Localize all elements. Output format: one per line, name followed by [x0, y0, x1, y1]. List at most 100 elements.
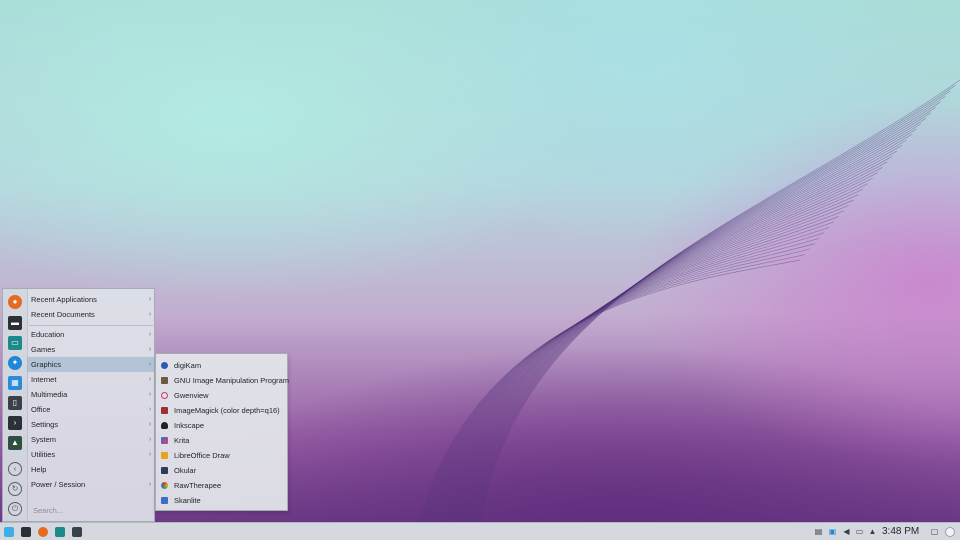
firefox-icon[interactable] — [38, 527, 48, 537]
submenu-item-label: Inkscape — [174, 421, 205, 430]
okular-icon — [161, 467, 168, 474]
logout-icon[interactable]: ↻ — [8, 482, 22, 496]
submenu-item-krita[interactable]: Krita — [158, 433, 286, 448]
chevron-right-icon: › — [148, 391, 152, 398]
menu-item-system[interactable]: System › — [27, 432, 155, 447]
wallpaper-wave-line — [436, 210, 844, 522]
submenu-item-label: Skanlite — [174, 496, 201, 505]
show-desktop-icon[interactable]: ▢ — [930, 527, 939, 536]
menu-item-label: Utilities — [31, 450, 56, 459]
wallpaper-wave-line — [446, 177, 873, 522]
wallpaper-wave-line — [423, 248, 810, 522]
gwenview-icon — [161, 392, 168, 399]
wallpaper-wave-line — [468, 112, 932, 522]
chevron-right-icon: › — [148, 451, 152, 458]
kde-launcher-icon[interactable] — [4, 527, 14, 537]
menu-item-internet[interactable]: Internet › — [27, 372, 155, 387]
submenu-item-gimp[interactable]: GNU Image Manipulation Program — [158, 373, 290, 388]
wallpaper-wave-line — [466, 117, 927, 522]
chevron-right-icon: › — [148, 346, 152, 353]
digikam-icon — [161, 362, 168, 369]
expand-tray-icon[interactable]: ▲ — [868, 527, 877, 536]
firefox-icon[interactable]: ● — [8, 295, 22, 309]
menu-item-settings[interactable]: Settings › — [27, 417, 155, 432]
gimp-icon — [161, 377, 168, 384]
konsole-icon[interactable]: › — [8, 416, 22, 430]
submenu-item-label: ImageMagick (color depth=q16) — [174, 406, 280, 415]
network-icon[interactable]: ▣ — [828, 527, 837, 536]
menu-item-label: Recent Documents — [31, 310, 95, 319]
wallpaper-wave-line — [470, 106, 936, 522]
wallpaper-wave-line — [448, 172, 878, 522]
chevron-right-icon: › — [148, 406, 152, 413]
menu-item-office[interactable]: Office › — [27, 402, 155, 417]
chevron-right-icon: › — [148, 421, 152, 428]
taskbar: ▤ ▣ ◀ ▭ ▲ 3:48 PM ▢ — [0, 522, 960, 540]
menu-item-graphics[interactable]: Graphics › — [27, 357, 155, 372]
menu-item-education[interactable]: Education › — [27, 327, 155, 342]
chevron-right-icon: › — [148, 331, 152, 338]
clock[interactable]: 3:48 PM — [882, 526, 919, 537]
file-manager-icon[interactable] — [55, 527, 65, 537]
terminal-icon[interactable] — [21, 527, 31, 537]
menu-item-power-session[interactable]: Power / Session › — [27, 477, 155, 492]
discover-icon[interactable]: ✦ — [8, 356, 22, 370]
submenu-item-libreoffice-draw[interactable]: LibreOffice Draw — [158, 448, 286, 463]
submenu-item-gwenview[interactable]: Gwenview — [158, 388, 286, 403]
rawtherapee-icon — [161, 482, 168, 489]
submenu-item-label: digiKam — [174, 361, 202, 370]
wallpaper-wave-line — [472, 101, 941, 522]
wallpaper-wave-line — [465, 123, 922, 522]
screenshot-icon[interactable] — [72, 527, 82, 537]
system-monitor-icon[interactable]: ▲ — [8, 436, 22, 450]
wallpaper-wave-line — [463, 128, 917, 522]
menu-item-recent-applications[interactable]: Recent Applications › — [27, 292, 155, 307]
menu-item-help[interactable]: Help — [27, 462, 155, 477]
submenu-item-label: RawTherapee — [174, 481, 222, 490]
favorites-strip: ● ▬ ▭ ✦ ▦ ▯ › ▲ ‹ ↻ ⏻ — [3, 289, 28, 521]
wallpaper-wave-line — [459, 139, 907, 522]
application-launcher-menu: ● ▬ ▭ ✦ ▦ ▯ › ▲ ‹ ↻ ⏻ Recent Application… — [2, 288, 155, 522]
wallpaper-wave-line — [434, 216, 839, 522]
submenu-item-rawtherapee[interactable]: RawTherapee — [158, 478, 286, 493]
wallpaper-wave-line — [450, 166, 883, 522]
imagemagick-icon — [161, 407, 168, 414]
skanlite-icon — [161, 497, 168, 504]
wallpaper-wave-line — [432, 221, 835, 522]
submenu-item-okular[interactable]: Okular — [158, 463, 286, 478]
search-input[interactable]: Search... — [29, 503, 153, 517]
menu-item-label: Office — [31, 405, 51, 414]
wallpaper-wave-line — [445, 183, 869, 522]
display-icon[interactable]: ▭ — [855, 527, 864, 536]
calculator-icon[interactable]: ▦ — [8, 376, 22, 390]
menu-item-label: System — [31, 435, 57, 444]
graphics-submenu: digiKam GNU Image Manipulation Program G… — [155, 353, 290, 511]
terminal-icon[interactable]: ▬ — [8, 316, 22, 330]
menu-item-utilities[interactable]: Utilities › — [27, 447, 155, 462]
submenu-item-label: GNU Image Manipulation Program — [174, 376, 290, 385]
menu-item-label: Help — [31, 465, 47, 474]
submenu-item-inkscape[interactable]: Inkscape — [158, 418, 286, 433]
menu-item-label: Internet — [31, 375, 57, 384]
clipboard-icon[interactable]: ▤ — [814, 527, 823, 536]
libreoffice-draw-icon — [161, 452, 168, 459]
activity-icon[interactable] — [945, 527, 955, 537]
document-viewer-icon[interactable]: ▯ — [8, 396, 22, 410]
wallpaper-wave-line — [437, 205, 849, 522]
menu-item-games[interactable]: Games › — [27, 342, 155, 357]
lock-screen-icon[interactable]: ‹ — [8, 462, 22, 476]
menu-divider — [29, 325, 153, 326]
submenu-item-digikam[interactable]: digiKam — [158, 358, 286, 373]
shutdown-icon[interactable]: ⏻ — [8, 502, 22, 516]
inkscape-icon — [161, 422, 168, 429]
menu-item-label: Power / Session — [31, 480, 86, 489]
wallpaper-wave-line — [461, 134, 912, 522]
wallpaper-wave-line — [439, 199, 854, 522]
submenu-item-skanlite[interactable]: Skanlite — [158, 493, 286, 508]
volume-icon[interactable]: ◀ — [842, 527, 851, 536]
file-manager-icon[interactable]: ▭ — [8, 336, 22, 350]
submenu-item-imagemagick[interactable]: ImageMagick (color depth=q16) — [158, 403, 286, 418]
wallpaper-wave-line — [479, 79, 960, 522]
menu-item-recent-documents[interactable]: Recent Documents › — [27, 307, 155, 322]
menu-item-multimedia[interactable]: Multimedia › — [27, 387, 155, 402]
